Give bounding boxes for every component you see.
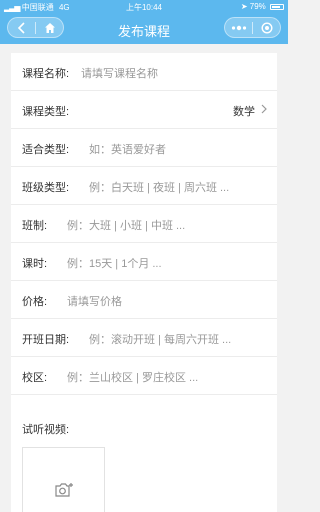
suitable-type-input[interactable]: 如：英语爱好者 [89,141,166,157]
course-type-label: 课程类型: [22,106,70,118]
class-type-label: 班级类型: [22,182,70,194]
start-date-input[interactable]: 例：滚动开班 | 每周六开班 ... [89,331,231,347]
more-dots-icon [231,25,246,30]
campus-row[interactable]: 校区: 例：兰山校区 | 罗庄校区 ... [11,357,277,395]
course-name-row[interactable]: 课程名称: 请填写课程名称 [11,53,277,91]
price-label: 价格: [22,296,48,308]
course-type-row[interactable]: 课程类型: 数学 [11,91,277,129]
class-size-row[interactable]: 班制: 例：大班 | 小班 | 中班 ... [11,205,277,243]
nav-bar: 发布课程 [0,13,288,44]
class-type-row[interactable]: 班级类型: 例：白天班 | 夜班 | 周六班 ... [11,167,277,205]
course-type-value[interactable]: 数学 [233,103,255,119]
class-size-input[interactable]: 例：大班 | 小班 | 中班 ... [67,217,185,233]
price-row[interactable]: 价格: 请填写价格 [11,281,277,319]
battery-text: 79% [249,2,266,11]
nav-capsule-right [224,17,281,38]
class-type-input[interactable]: 例：白天班 | 夜班 | 周六班 ... [89,179,229,195]
suitable-type-label: 适合类型: [22,144,70,156]
course-form: 课程名称: 请填写课程名称 课程类型: 数学 适合类型: 如：英语爱好者 班级类… [11,53,277,512]
duration-input[interactable]: 例：15天 | 1个月 ... [67,255,162,271]
status-bar: ▂▃▅ 中国联通 4G 上午10:44 ➤ 79% [0,0,288,13]
course-name-input[interactable]: 请填写课程名称 [81,65,158,81]
start-date-label: 开班日期: [22,334,70,346]
start-date-row[interactable]: 开班日期: 例：滚动开班 | 每周六开班 ... [11,319,277,357]
chevron-right-icon [261,104,267,114]
close-button[interactable] [253,18,280,37]
duration-label: 课时: [22,258,48,270]
suitable-type-row[interactable]: 适合类型: 如：英语爱好者 [11,129,277,167]
trial-video-label: 试听视频: [22,424,70,436]
campus-label: 校区: [22,372,48,384]
duration-row[interactable]: 课时: 例：15天 | 1个月 ... [11,243,277,281]
course-name-label: 课程名称: [22,68,70,80]
camera-add-icon [55,483,73,497]
battery-icon [270,4,284,10]
video-upload-button[interactable] [22,447,105,512]
more-button[interactable] [225,18,252,37]
class-size-label: 班制: [22,220,48,232]
price-input[interactable]: 请填写价格 [67,293,122,309]
location-icon: ➤ [240,2,248,11]
status-right: ➤ 79% [241,2,284,11]
target-circle-icon [260,21,273,34]
campus-input[interactable]: 例：兰山校区 | 罗庄校区 ... [67,369,198,385]
